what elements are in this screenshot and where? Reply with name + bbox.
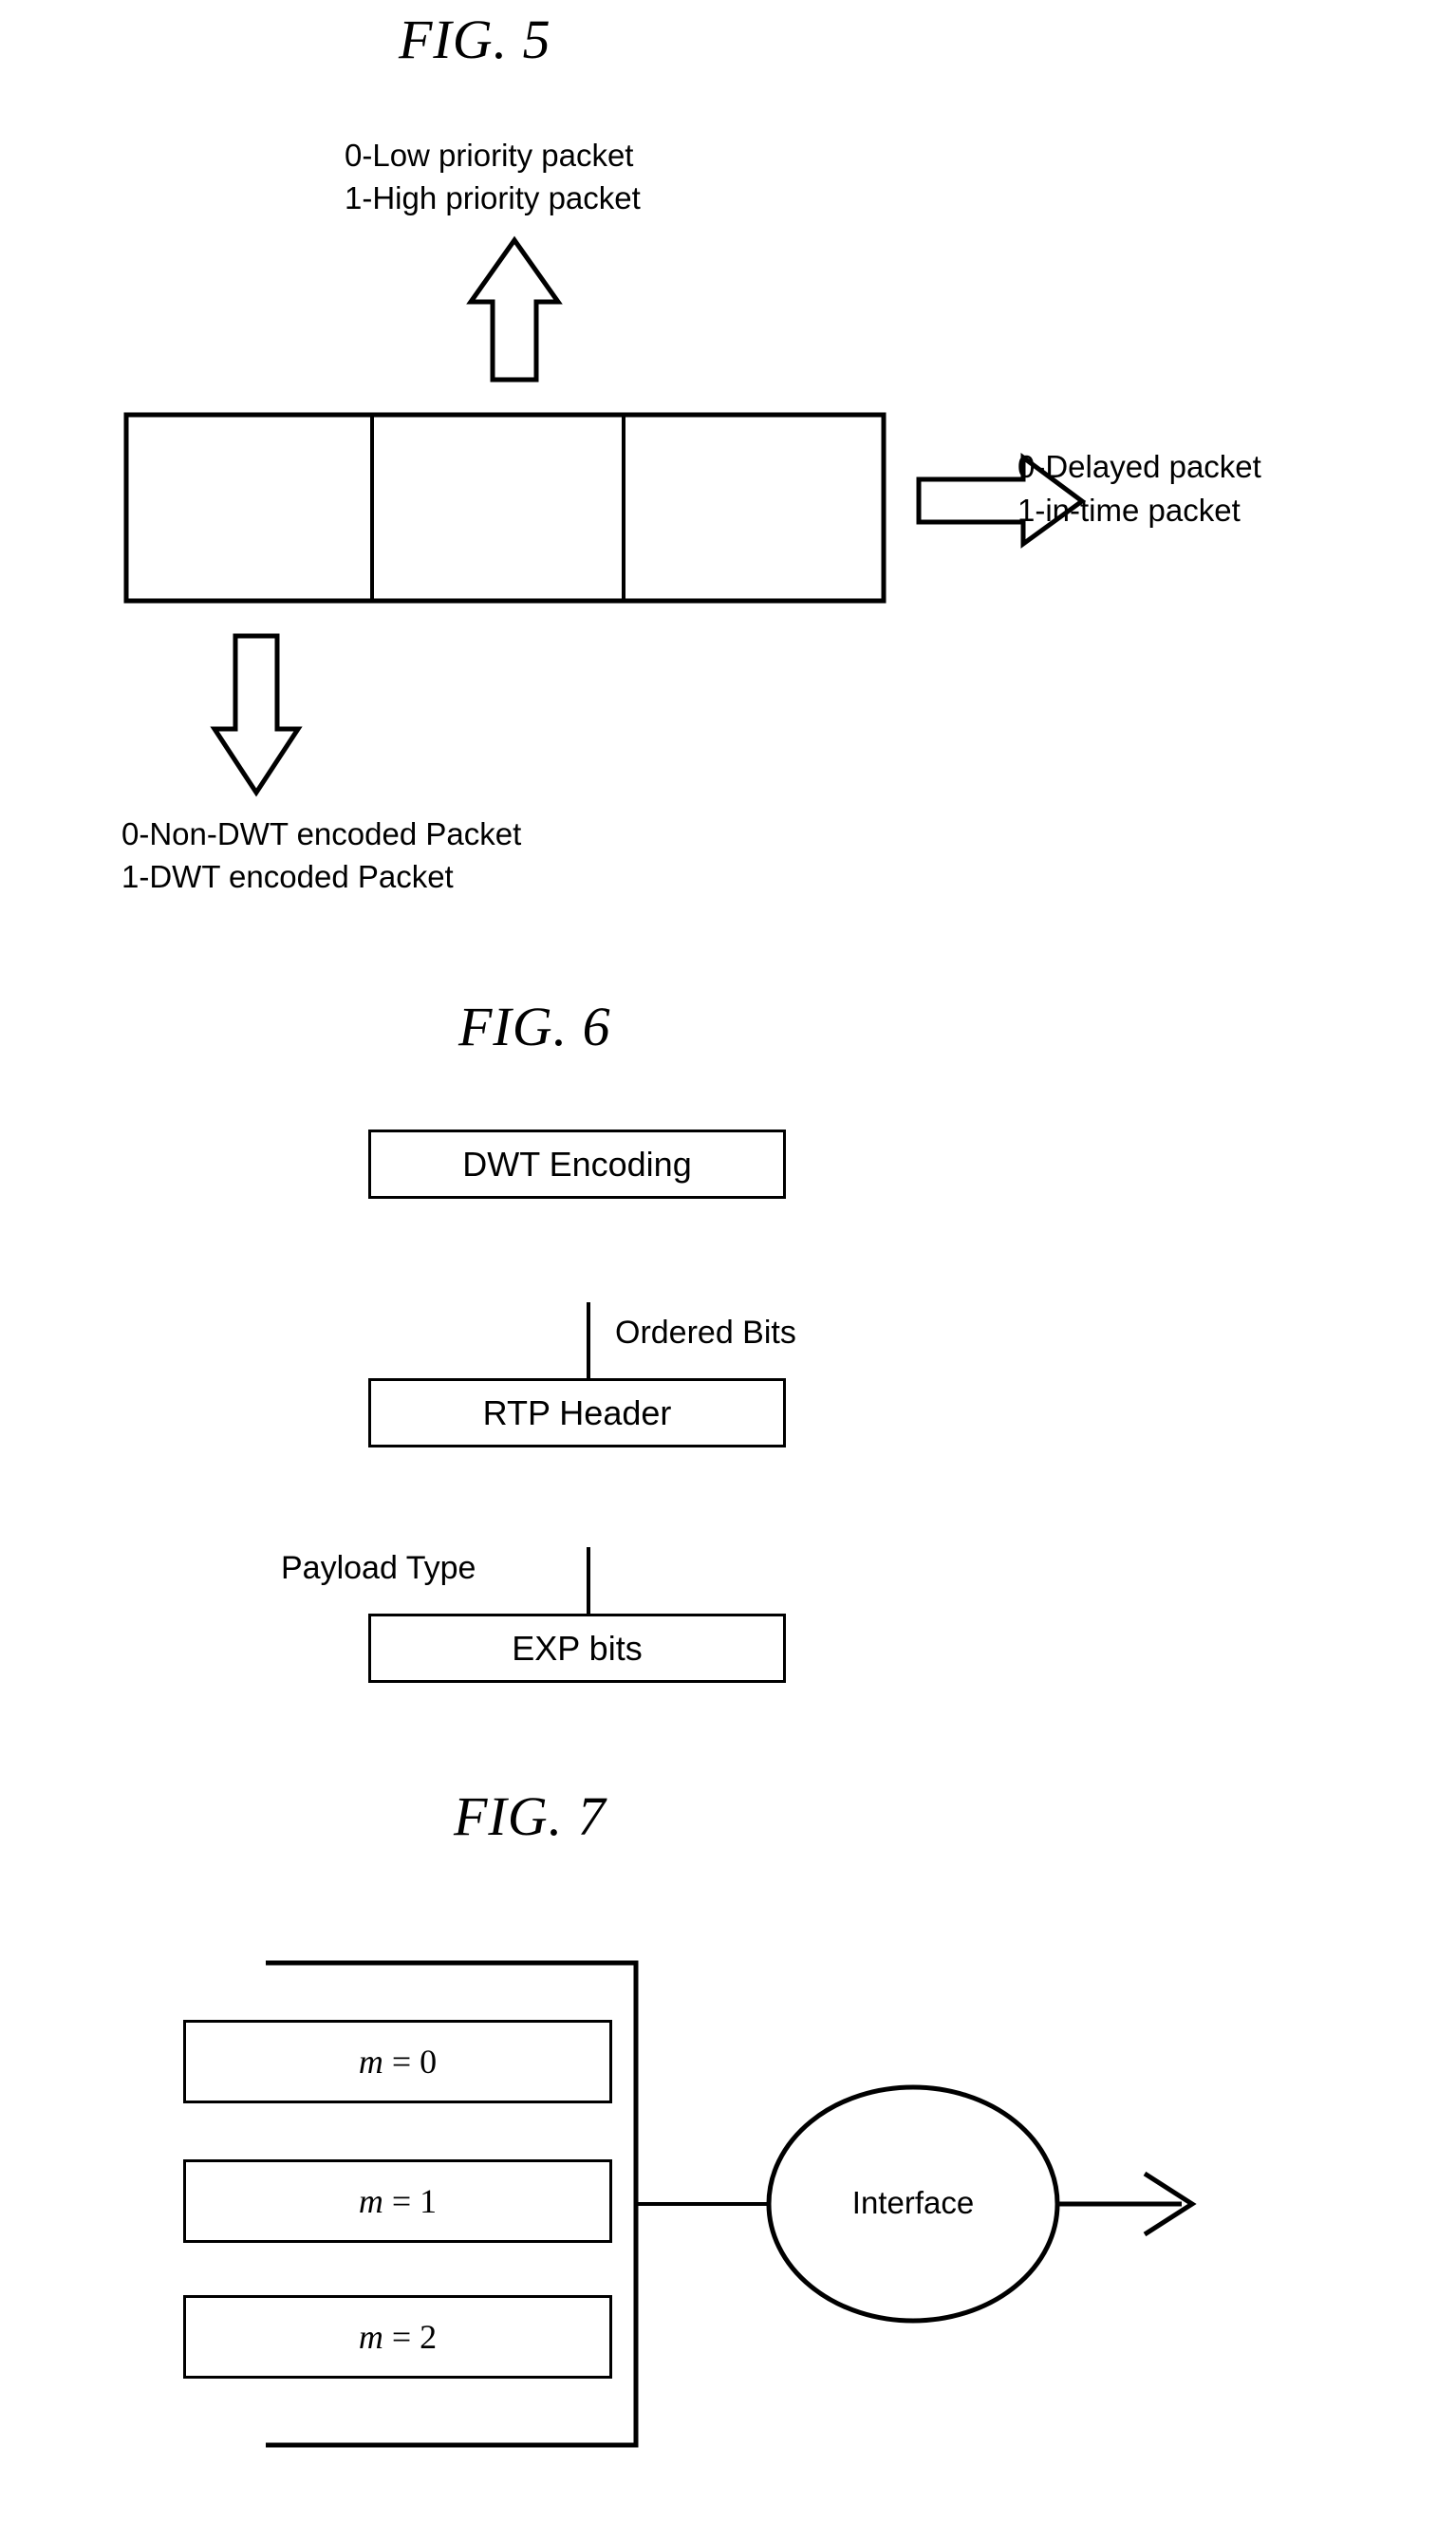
fig7-queue-m2-label: m = 2 (358, 2318, 438, 2356)
fig6-title: FIG. 6 (458, 996, 611, 1057)
fig6-edge-label-ordered-bits: Ordered Bits (615, 1315, 796, 1351)
fig7-queue-m2: m = 2 (183, 2295, 612, 2379)
fig5-bottom-label-line2: 1-DWT encoded Packet (121, 859, 454, 894)
fig6-block-rtp-header-label: RTP Header (482, 1392, 672, 1432)
fig6-block-exp-bits: EXP bits (368, 1614, 786, 1683)
fig5-top-label-line2: 1-High priority packet (345, 180, 641, 215)
fig5-title: FIG. 5 (399, 9, 551, 70)
fig7-output-arrow-head (1143, 2171, 1197, 2237)
fig7-interface-label: Interface (851, 2185, 975, 2220)
fig6-block-dwt-encoding: DWT Encoding (368, 1130, 786, 1199)
up-block-arrow-fig5 (466, 235, 563, 383)
packet-cell-2 (625, 418, 881, 598)
packet-cell-1 (374, 418, 624, 598)
down-block-arrow-fig5 (210, 633, 303, 797)
fig6-edge-label-payload-type: Payload Type (281, 1550, 476, 1586)
fig7-queue-m0-label: m = 0 (358, 2043, 438, 2081)
fig5-bottom-label-line1: 0-Non-DWT encoded Packet (121, 816, 522, 851)
fig5-right-label-line2: 1-in-time packet (1017, 493, 1241, 528)
fig6-block-rtp-header: RTP Header (368, 1378, 786, 1447)
fig5-right-label-line1: 0-Delayed packet (1017, 449, 1261, 484)
fig7-queue-m0: m = 0 (183, 2020, 612, 2103)
figure-line-art (123, 235, 1197, 2448)
patent-drawing-page: FIG. 5 0-Low priority packet 1-High prio… (0, 0, 1456, 2521)
fig5-top-label-line1: 0-Low priority packet (345, 138, 634, 173)
fig7-title: FIG. 7 (454, 1785, 607, 1847)
fig6-block-dwt-encoding-label: DWT Encoding (462, 1144, 692, 1184)
fig7-queue-m1: m = 1 (183, 2159, 612, 2243)
fig7-queue-m1-label: m = 1 (358, 2182, 438, 2220)
fig6-block-exp-bits-label: EXP bits (512, 1628, 643, 1668)
packet-cell-0 (129, 418, 372, 598)
